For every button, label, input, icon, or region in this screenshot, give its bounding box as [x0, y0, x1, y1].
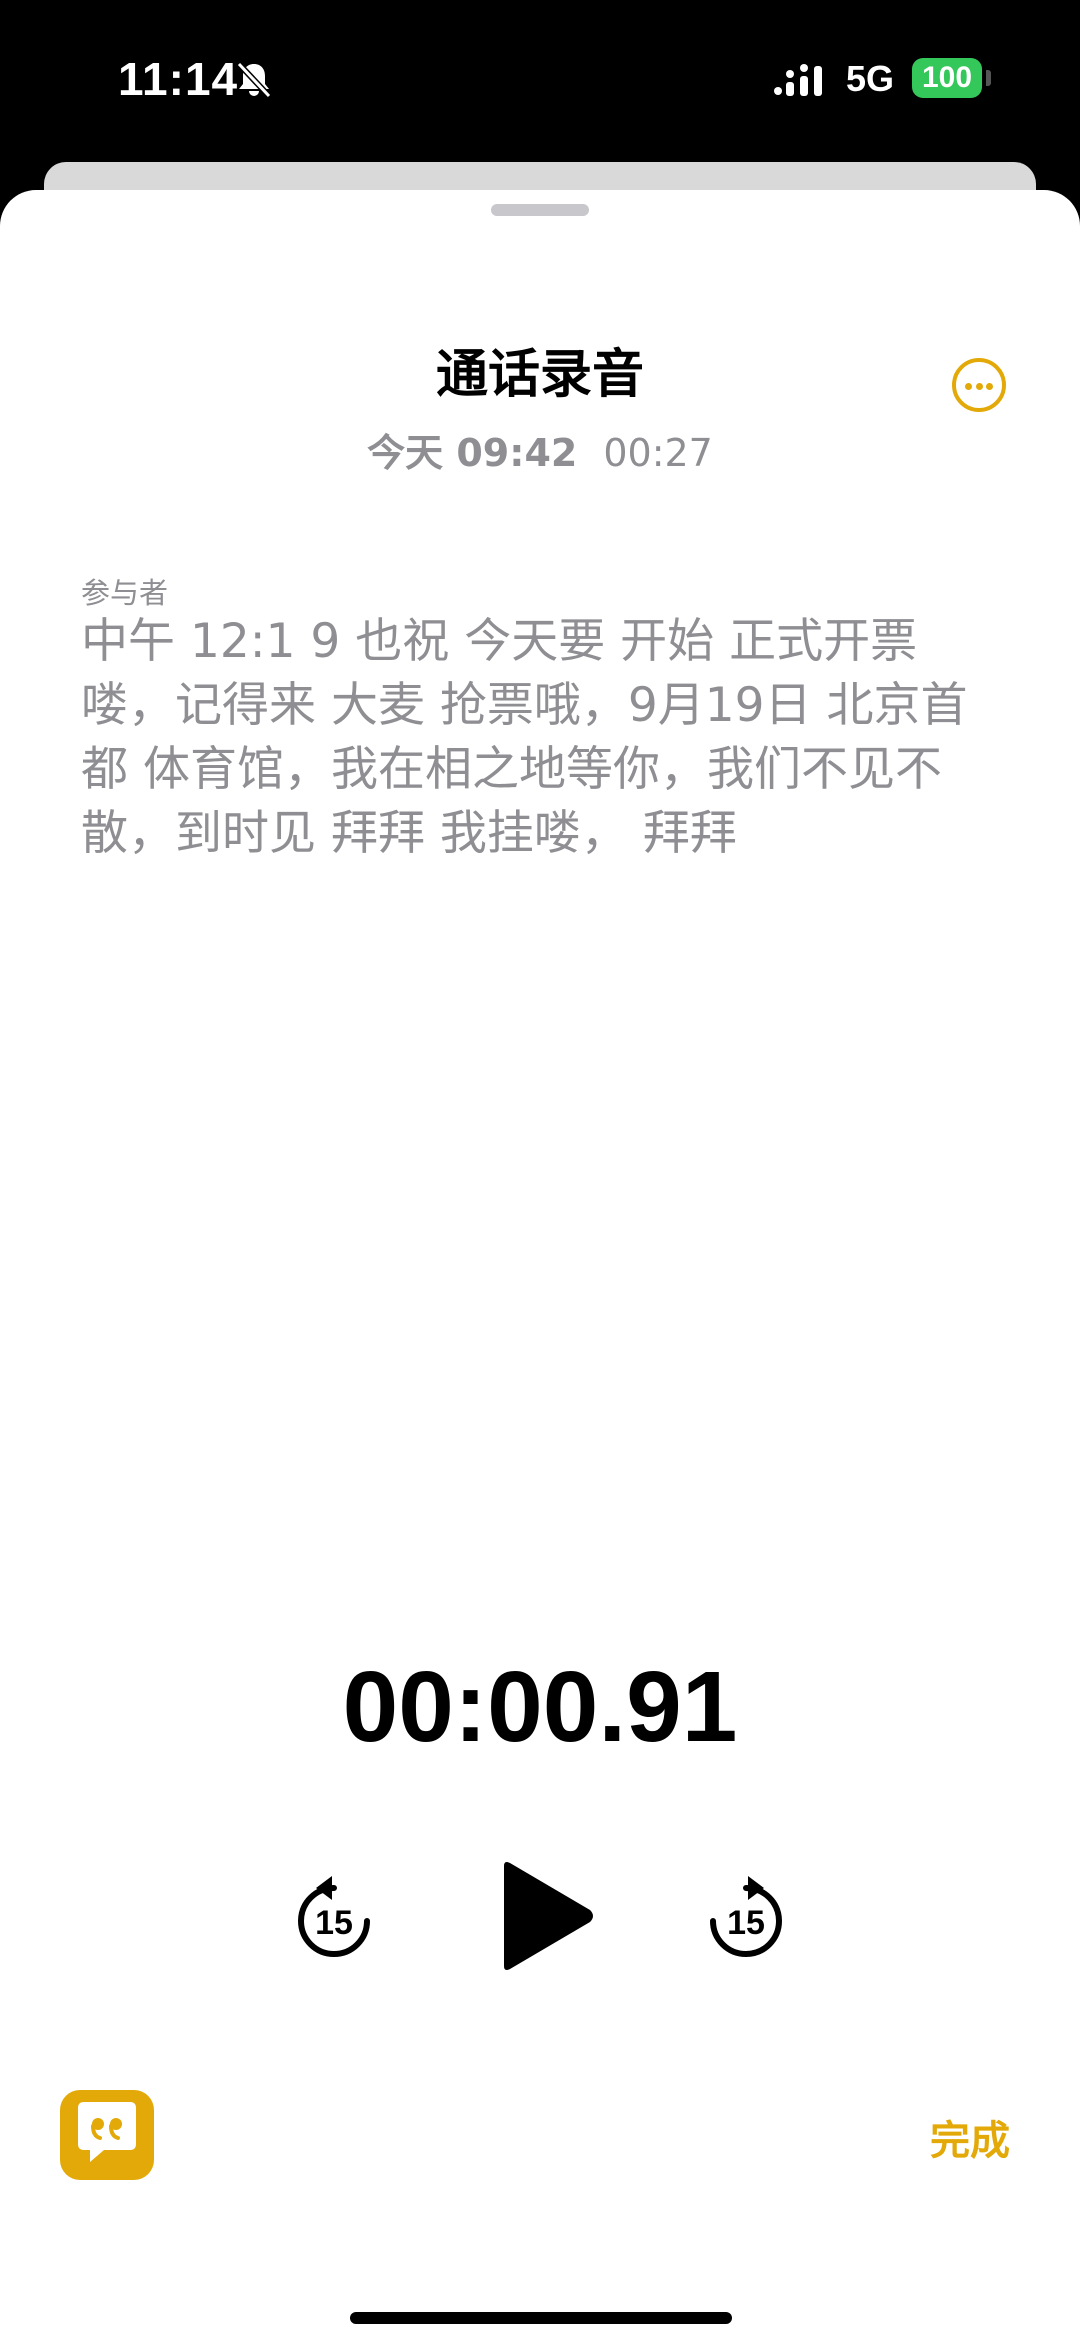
more-icon — [965, 383, 972, 390]
network-label: 5G — [846, 58, 895, 99]
transcript-text: 中午 12:1 9 也祝 今天要 开始 正式开票喽，记得来 大麦 抢票哦，9月1… — [81, 614, 968, 861]
more-icon-dot-2 — [975, 383, 983, 390]
recording-meta: 今天 09:42 00:27 — [0, 422, 1080, 477]
skip-back-button[interactable]: 15 — [292, 1874, 376, 1964]
skip-forward-icon: 15 — [710, 1876, 782, 1957]
skip-forward-button[interactable]: 15 — [704, 1874, 788, 1964]
skip-back-seconds: 15 — [315, 1904, 353, 1942]
status-time: 11:14 — [118, 53, 239, 105]
more-button[interactable] — [952, 358, 1006, 412]
play-button[interactable] — [496, 1860, 596, 1972]
quote-bubble-icon — [78, 2102, 136, 2162]
play-icon — [504, 1862, 593, 1970]
signal-icon — [774, 64, 822, 96]
status-bar: 11:14 5G 100 — [0, 0, 1080, 160]
bell-slash-icon — [236, 61, 272, 99]
done-button[interactable]: 完成 — [930, 2108, 1010, 2166]
recording-date: 今天 09:42 — [367, 431, 578, 475]
recording-title: 通话录音 — [435, 345, 644, 405]
skip-forward-seconds: 15 — [727, 1904, 765, 1942]
battery-nub — [986, 70, 991, 86]
more-icon-dot-3 — [986, 383, 993, 390]
participants-label: 参与者 — [81, 576, 169, 610]
elapsed-time: 00:00.91 — [342, 1651, 738, 1763]
battery-indicator: 100 — [912, 58, 982, 98]
skip-back-icon: 15 — [298, 1876, 370, 1957]
home-indicator[interactable] — [350, 2312, 732, 2324]
sheet-grabber[interactable] — [491, 204, 589, 216]
recording-duration: 00:27 — [603, 431, 713, 475]
screen: 11:14 5G 100 通话录音 今天 09:42 00:27 参与者 中午 … — [0, 0, 1080, 2341]
recording-sheet: 通话录音 今天 09:42 00:27 参与者 中午 12:1 9 也祝 今天要 … — [0, 190, 1080, 2341]
transcript-button[interactable] — [60, 2090, 154, 2180]
